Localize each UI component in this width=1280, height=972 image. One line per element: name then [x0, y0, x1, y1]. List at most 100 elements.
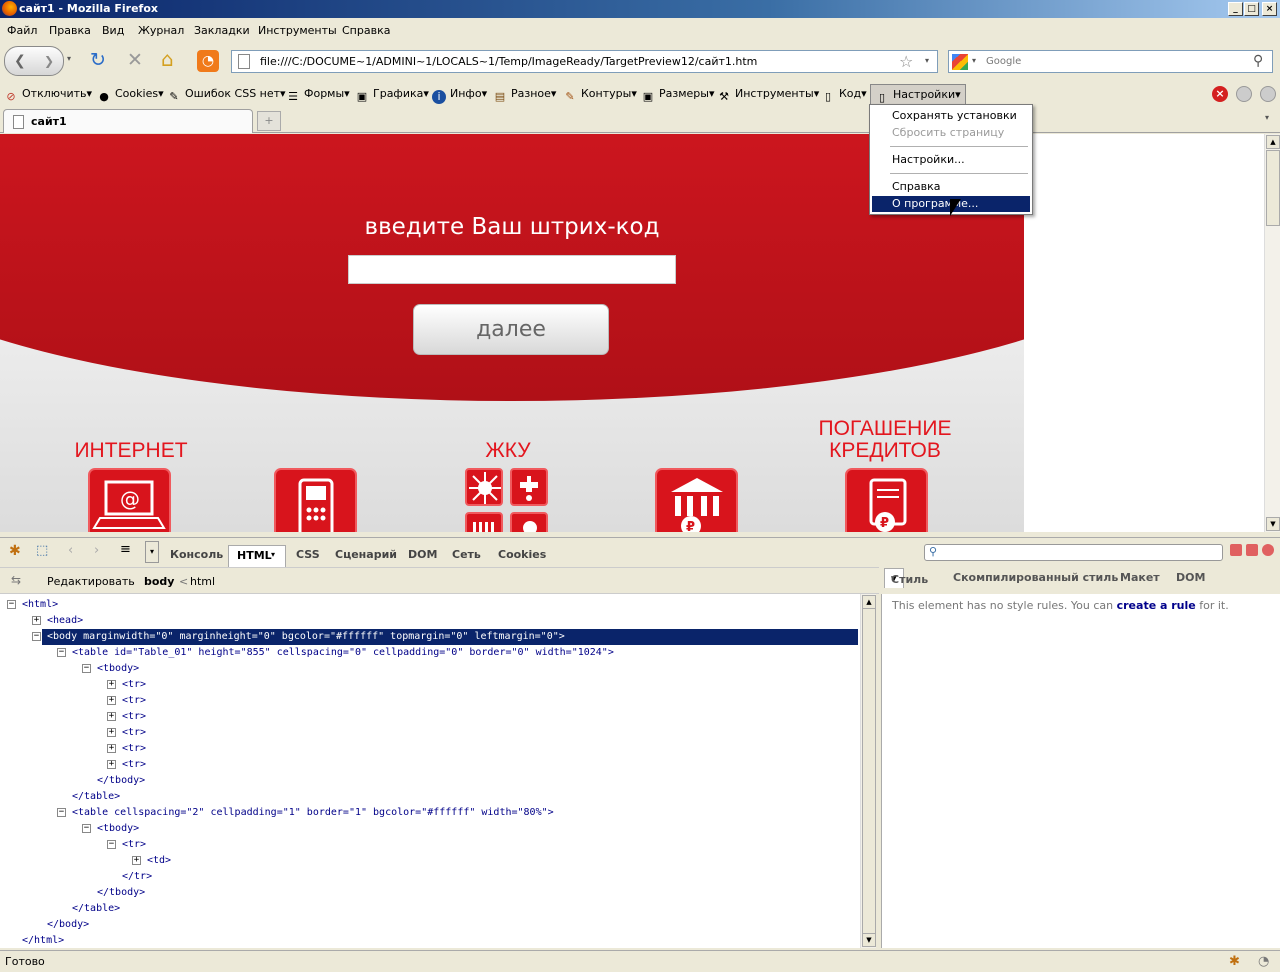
search-icon[interactable]: ⚲ — [1253, 53, 1263, 69]
expand-toggle[interactable]: + — [107, 760, 116, 769]
tree-node[interactable]: <td> — [147, 853, 171, 869]
expand-toggle[interactable]: + — [107, 744, 116, 753]
scroll-up-icon[interactable]: ▲ — [1266, 135, 1280, 149]
tab-list-icon[interactable]: ▾ — [1265, 113, 1269, 122]
url-bar[interactable]: file:///C:/DOCUME~1/ADMINI~1/LOCALS~1/Te… — [231, 50, 938, 73]
tree-node[interactable]: <tbody> — [97, 661, 139, 677]
tree-node[interactable]: <tr> — [122, 837, 146, 853]
collapse-toggle[interactable]: − — [82, 824, 91, 833]
fb-tab-html-active[interactable]: HTML ▾ — [228, 545, 286, 567]
side-tab-style[interactable]: Стиль ▾ — [884, 568, 928, 588]
tree-node[interactable]: <tr> — [122, 693, 146, 709]
scroll-thumb[interactable] — [862, 608, 876, 934]
fb-close-icon[interactable] — [1262, 544, 1274, 556]
collapse-toggle[interactable]: − — [32, 632, 41, 641]
electricity-icon[interactable] — [465, 468, 503, 506]
webdev-misc-menu[interactable]: ▤ Разное▾ — [493, 87, 557, 104]
fb-list-icon[interactable]: ≡ — [120, 542, 131, 557]
reload-icon[interactable]: ↻ — [90, 49, 106, 71]
collapse-toggle[interactable]: − — [107, 840, 116, 849]
fb-tab-css[interactable]: CSS — [296, 548, 320, 561]
menu-item-reset-page[interactable]: Сбросить страницу — [872, 125, 1030, 141]
internet-laptop-icon[interactable]: @ — [88, 468, 171, 532]
fb-minimize-icon[interactable] — [1230, 544, 1242, 556]
tree-node[interactable]: </html> — [22, 933, 64, 948]
scroll-down-icon[interactable]: ▼ — [862, 933, 876, 947]
close-button[interactable]: × — [1262, 2, 1277, 16]
menu-edit[interactable]: Правка — [49, 24, 91, 37]
side-tab-layout[interactable]: Макет — [1120, 571, 1160, 584]
next-button[interactable]: далее — [413, 304, 609, 355]
new-tab-icon[interactable]: + — [257, 111, 281, 131]
bank-icon[interactable]: ₽ — [655, 468, 738, 532]
webdev-resize-menu[interactable]: ▣ Размеры▾ — [641, 87, 715, 104]
menu-item-options[interactable]: Настройки... — [872, 152, 1030, 168]
create-rule-link[interactable]: create a rule — [1117, 599, 1196, 612]
menu-item-help[interactable]: Справка — [872, 179, 1030, 195]
tree-node[interactable]: <html> — [22, 597, 58, 613]
side-tab-dom[interactable]: DOM — [1176, 571, 1205, 584]
barcode-input[interactable] — [348, 255, 676, 284]
error-status-icon[interactable]: × — [1212, 86, 1228, 102]
collapse-toggle[interactable]: − — [82, 664, 91, 673]
inspect-icon[interactable]: ⬚ — [36, 543, 48, 558]
expand-toggle[interactable]: + — [107, 680, 116, 689]
menu-file[interactable]: Файл — [7, 24, 37, 37]
fb-detach-icon[interactable] — [1246, 544, 1258, 556]
menu-history[interactable]: Журнал — [138, 24, 184, 37]
webdev-css-menu[interactable]: ✎ Ошибок CSS нет▾ — [167, 87, 285, 104]
expand-toggle[interactable]: + — [107, 728, 116, 737]
back-arrow-icon[interactable]: ❮ — [14, 53, 26, 69]
menu-bookmarks[interactable]: Закладки — [194, 24, 250, 37]
menu-tools[interactable]: Инструменты — [258, 24, 337, 37]
warning-status-icon[interactable] — [1236, 86, 1252, 102]
tree-node[interactable]: </tr> — [122, 869, 152, 885]
webdev-info-menu[interactable]: i Инфо▾ — [432, 87, 487, 104]
search-input[interactable]: Google — [986, 56, 1021, 67]
scroll-thumb[interactable] — [1266, 150, 1280, 226]
forward-arrow-icon[interactable]: ❯ — [44, 54, 54, 68]
stop-icon[interactable]: ✕ — [127, 49, 143, 71]
tree-node[interactable]: </table> — [72, 789, 120, 805]
side-tab-computed[interactable]: Скомпилированный стиль — [953, 571, 1118, 584]
tree-node[interactable]: </table> — [72, 901, 120, 917]
collapse-toggle[interactable]: − — [7, 600, 16, 609]
tree-node[interactable]: <tr> — [122, 757, 146, 773]
tree-node[interactable]: </tbody> — [97, 885, 145, 901]
heating-icon[interactable] — [465, 512, 503, 532]
fb-tab-dom[interactable]: DOM — [408, 548, 437, 561]
firebug-icon[interactable]: ✱ — [9, 543, 21, 559]
breadcrumb-html[interactable]: html — [190, 575, 215, 588]
tree-node[interactable]: <tr> — [122, 725, 146, 741]
minimize-button[interactable]: _ — [1228, 2, 1243, 16]
fb-back-icon[interactable]: ‹ — [68, 543, 73, 558]
home-icon[interactable]: ⌂ — [161, 47, 174, 71]
tree-node[interactable]: <tr> — [122, 709, 146, 725]
fb-tab-net[interactable]: Сеть — [452, 548, 481, 561]
google-engine-icon[interactable] — [952, 54, 968, 70]
html-dropdown-icon[interactable]: ▾ — [271, 550, 275, 559]
lightbulb-icon[interactable] — [510, 512, 548, 532]
firebug-status-icon[interactable]: ✱ — [1229, 954, 1240, 969]
expand-toggle[interactable]: + — [107, 712, 116, 721]
tree-node[interactable]: <head> — [47, 613, 83, 629]
water-tap-icon[interactable] — [510, 468, 548, 506]
webdev-forms-menu[interactable]: ☰ Формы▾ — [286, 87, 350, 104]
url-dropdown-icon[interactable]: ▾ — [925, 56, 929, 65]
webdev-outline-menu[interactable]: ✎ Контуры▾ — [563, 87, 636, 104]
webdev-cookies-menu[interactable]: ● Cookies▾ — [97, 87, 163, 104]
rss-status-icon[interactable]: ◔ — [1258, 954, 1269, 969]
fb-forward-icon[interactable]: › — [94, 543, 99, 558]
maximize-button[interactable]: □ — [1244, 2, 1259, 16]
tree-node[interactable]: </body> — [47, 917, 89, 933]
scroll-up-icon[interactable]: ▲ — [862, 595, 876, 609]
fb-tab-script[interactable]: Сценарий — [335, 548, 397, 561]
tree-node-selected[interactable]: <body marginwidth="0" marginheight="0" b… — [47, 629, 565, 645]
menu-view[interactable]: Вид — [102, 24, 124, 37]
webdev-images-menu[interactable]: ▣ Графика▾ — [355, 87, 429, 104]
webdev-disable-menu[interactable]: ⊘ Отключить▾ — [4, 87, 92, 104]
collapse-toggle[interactable]: − — [57, 808, 66, 817]
fb-tab-cookies[interactable]: Cookies — [498, 548, 546, 561]
breadcrumb-body[interactable]: body — [144, 575, 174, 588]
tree-node[interactable]: <table cellspacing="2" cellpadding="1" b… — [72, 805, 554, 821]
